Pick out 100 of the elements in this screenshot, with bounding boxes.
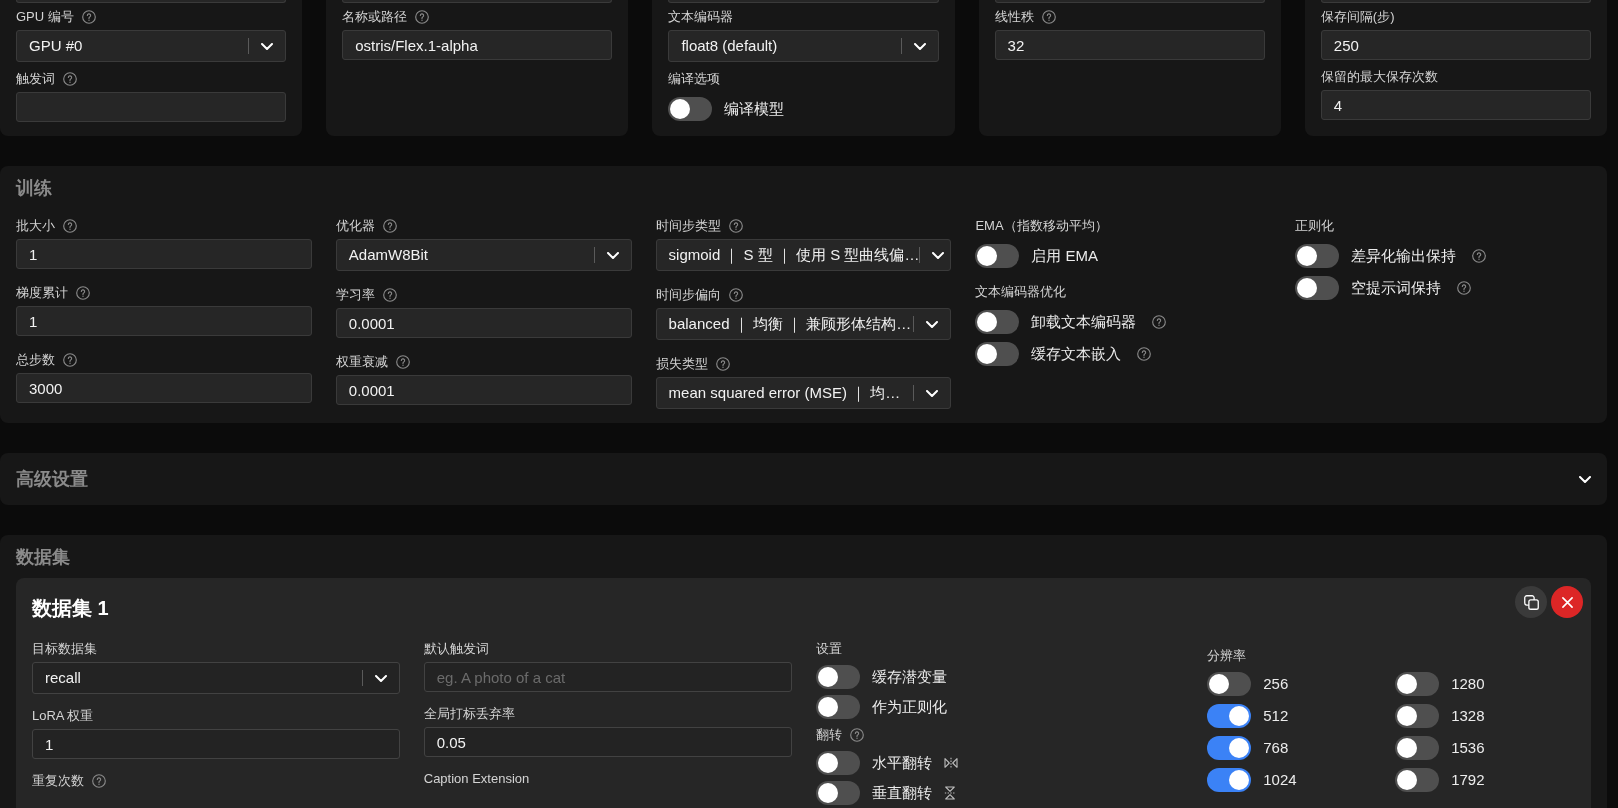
switch-label: 空提示词保持 bbox=[1351, 278, 1442, 298]
field-label: 目标数据集 bbox=[32, 640, 97, 658]
dataset-title: 数据集 1 bbox=[32, 596, 109, 621]
switch-label: 编译模型 bbox=[724, 99, 785, 119]
chevron-down-icon bbox=[913, 42, 926, 50]
field-label: 学习率 bbox=[335, 286, 375, 304]
field-label: Caption Extension bbox=[423, 770, 530, 788]
field-label: 保存间隔(步) bbox=[1320, 8, 1395, 26]
toggle-switch[interactable] bbox=[1207, 736, 1252, 760]
text-input[interactable]: eg. A photo of a cat bbox=[423, 662, 792, 692]
field-label: 设置 bbox=[815, 640, 842, 658]
text-input[interactable]: 0.0001 bbox=[335, 375, 632, 405]
toggle-switch[interactable] bbox=[815, 751, 860, 775]
text-input[interactable] bbox=[16, 92, 287, 122]
accordion-header[interactable]: 高级设置 bbox=[0, 453, 1607, 505]
field-label: 线性秩 bbox=[994, 8, 1034, 26]
field-label: 文本编码器优化 bbox=[975, 283, 1067, 301]
toggle-switch[interactable] bbox=[1395, 736, 1440, 760]
flip-vertical-icon bbox=[943, 786, 956, 800]
text-input[interactable]: 1 bbox=[32, 729, 400, 759]
switch-label: 作为正则化 bbox=[871, 697, 947, 717]
switch-label: 512 bbox=[1263, 706, 1289, 726]
field-label: 默认触发词 bbox=[423, 640, 489, 658]
field-label: 分辨率 bbox=[1207, 647, 1247, 665]
switch-label: 1280 bbox=[1451, 674, 1485, 694]
switch-label: 1536 bbox=[1451, 738, 1485, 758]
toggle-switch[interactable] bbox=[668, 97, 713, 121]
field-label: 梯度累计 bbox=[16, 284, 68, 302]
field-label: 正则化 bbox=[1295, 217, 1335, 235]
field-label: 损失类型 bbox=[655, 355, 708, 373]
toggle-switch[interactable] bbox=[1395, 768, 1440, 792]
field-label: 权重衰减 bbox=[335, 353, 388, 371]
text-input[interactable]: 4 bbox=[1320, 90, 1591, 120]
switch-label: 缓存文本嵌入 bbox=[1031, 344, 1122, 364]
select-dropdown[interactable]: balanced ｜ 均衡 ｜ 兼顾形体结构… bbox=[655, 308, 952, 340]
field-label: 文本编码器 bbox=[668, 8, 734, 26]
toggle-switch[interactable] bbox=[975, 310, 1020, 334]
switch-label: 1792 bbox=[1451, 770, 1485, 790]
field-label: 批大小 bbox=[16, 217, 55, 235]
switch-label: 启用 EMA bbox=[1031, 246, 1099, 266]
chevron-down-icon bbox=[606, 251, 619, 259]
toggle-switch[interactable] bbox=[1207, 704, 1252, 728]
text-input[interactable]: 0.05 bbox=[423, 727, 792, 757]
copy-icon bbox=[1523, 594, 1539, 610]
field-label: 时间步偏向 bbox=[655, 286, 721, 304]
field-label: 优化器 bbox=[335, 217, 375, 235]
switch-label: 缓存潜变量 bbox=[871, 667, 947, 687]
switch-label: 垂直翻转 bbox=[871, 783, 932, 803]
switch-label: 768 bbox=[1263, 738, 1289, 758]
remove-button[interactable] bbox=[1551, 586, 1583, 618]
select-dropdown[interactable]: GPU #0 bbox=[16, 30, 287, 62]
field-label: 编译选项 bbox=[668, 70, 721, 88]
toggle-switch[interactable] bbox=[1295, 276, 1340, 300]
toggle-switch[interactable] bbox=[815, 781, 860, 805]
field-label: 重复次数 bbox=[32, 772, 84, 790]
field-label: 全局打标丢弃率 bbox=[423, 705, 515, 723]
chevron-down-icon bbox=[926, 320, 939, 328]
select-dropdown[interactable]: sigmoid ｜ S 型 ｜ 使用 S 型曲线偏… bbox=[655, 239, 952, 271]
text-input[interactable]: 1 bbox=[16, 239, 312, 269]
field-label: 保留的最大保存次数 bbox=[1320, 68, 1438, 86]
toggle-switch[interactable] bbox=[975, 342, 1020, 366]
toggle-switch[interactable] bbox=[1207, 672, 1252, 696]
select-dropdown[interactable]: AdamW8Bit bbox=[335, 239, 632, 271]
toggle-switch[interactable] bbox=[1207, 768, 1252, 792]
text-input[interactable]: ostris/Flex.1-alpha bbox=[342, 30, 613, 60]
toggle-switch[interactable] bbox=[975, 244, 1020, 268]
toggle-switch[interactable] bbox=[1395, 672, 1440, 696]
text-input[interactable]: 1 bbox=[16, 306, 312, 336]
field-label: GPU 编号 bbox=[16, 8, 74, 26]
copy-button[interactable] bbox=[1515, 586, 1547, 618]
field-label: EMA（指数移动平均） bbox=[975, 217, 1108, 235]
switch-label: 水平翻转 bbox=[871, 753, 932, 773]
chevron-down-icon bbox=[261, 42, 274, 50]
flip-horizontal-icon bbox=[943, 757, 958, 769]
select-dropdown[interactable]: float8 (default) bbox=[668, 30, 939, 62]
select-dropdown[interactable]: recall bbox=[32, 662, 400, 694]
select-dropdown[interactable]: mean squared error (MSE) ｜ 均… bbox=[655, 377, 952, 409]
text-input[interactable]: 3000 bbox=[16, 373, 312, 403]
chevron-down-icon bbox=[932, 251, 945, 259]
text-input[interactable]: 250 bbox=[1320, 30, 1591, 60]
switch-label: 卸载文本编码器 bbox=[1031, 312, 1137, 332]
field-label: 翻转 bbox=[815, 726, 842, 744]
toggle-switch[interactable] bbox=[815, 695, 860, 719]
field-label: 时间步类型 bbox=[655, 217, 721, 235]
switch-label: 1024 bbox=[1263, 770, 1297, 790]
section-title: 训练 bbox=[16, 177, 53, 200]
section-title: 数据集 bbox=[16, 546, 71, 569]
toggle-switch[interactable] bbox=[815, 665, 860, 689]
switch-label: 1328 bbox=[1451, 706, 1485, 726]
field-label: 名称或路径 bbox=[342, 8, 408, 26]
text-input[interactable]: 0.0001 bbox=[335, 308, 632, 338]
field-label: 总步数 bbox=[16, 351, 55, 369]
section-title: 高级设置 bbox=[16, 468, 88, 491]
toggle-switch[interactable] bbox=[1295, 244, 1340, 268]
chevron-down-icon bbox=[374, 674, 387, 682]
toggle-switch[interactable] bbox=[1395, 704, 1440, 728]
switch-label: 差异化输出保持 bbox=[1351, 246, 1457, 266]
field-label: LoRA 权重 bbox=[32, 707, 94, 725]
text-input[interactable]: 32 bbox=[994, 30, 1265, 60]
field-label: 触发词 bbox=[16, 70, 55, 88]
